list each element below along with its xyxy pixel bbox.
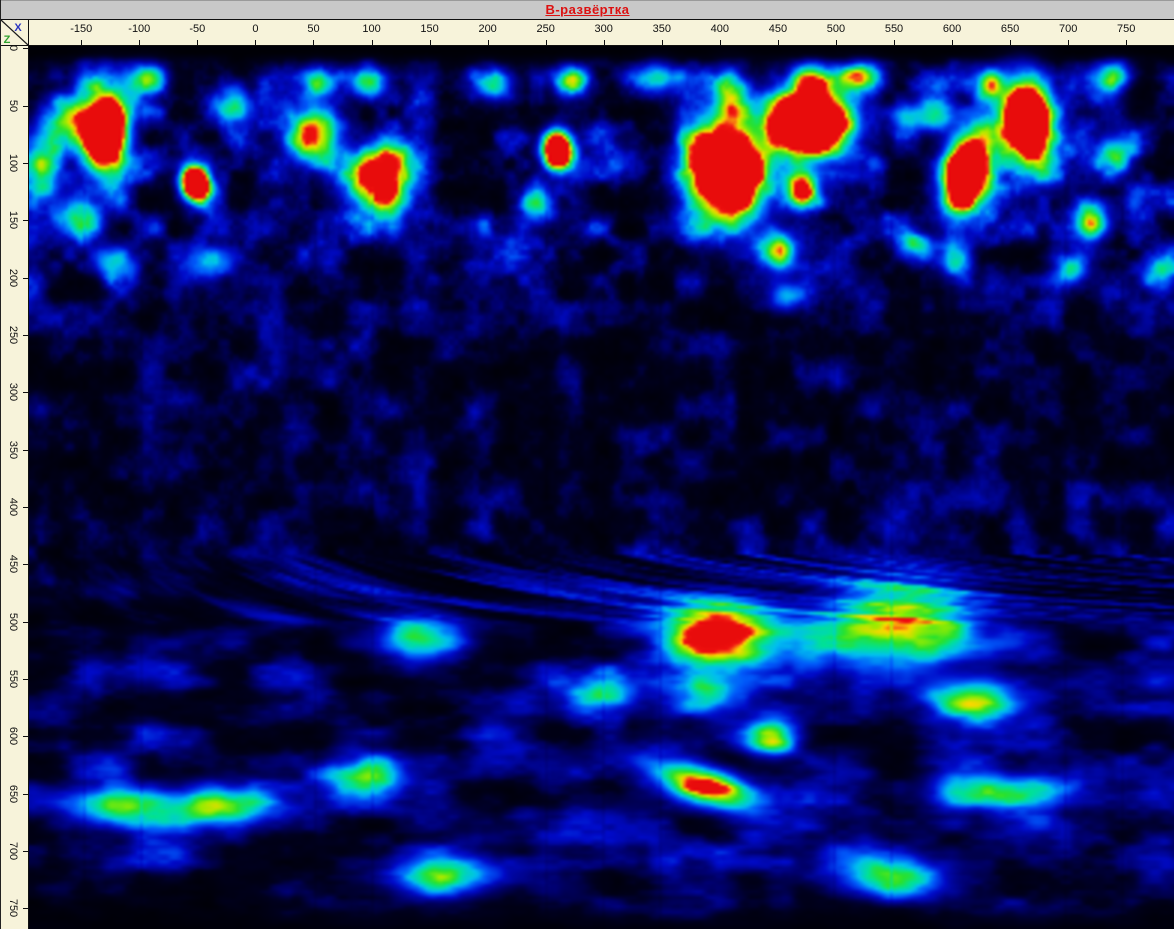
x-tick-mark [197,40,198,45]
z-axis-label: Z [4,34,11,45]
z-tick-mark [23,335,28,336]
x-tick-mark [1126,40,1127,45]
x-tick-mark [778,40,779,45]
x-tick-mark [662,40,663,45]
z-tick-label: 200 [7,268,19,286]
x-tick-mark [1068,40,1069,45]
x-tick-mark [488,40,489,45]
z-tick-mark [23,564,28,565]
x-tick-mark [836,40,837,45]
x-tick-label: 750 [1117,23,1135,35]
z-tick-mark [23,679,28,680]
x-tick-mark [894,40,895,45]
z-tick-mark [23,450,28,451]
z-tick-mark [23,794,28,795]
z-tick-mark [23,736,28,737]
axis-corner-divider: X Z [1,20,28,45]
x-tick-label: 50 [307,23,319,35]
axis-corner: X Z [1,20,29,46]
z-tick-label: 400 [7,498,19,516]
x-tick-label: -150 [70,23,92,35]
z-tick-mark [23,278,28,279]
x-tick-mark [372,40,373,45]
x-tick-label: 450 [769,23,787,35]
page-title: В-развёртка [545,2,629,17]
x-tick-label: 300 [595,23,613,35]
x-tick-label: -50 [189,23,205,35]
z-tick-mark [23,163,28,164]
axes-grid: X Z -150 -100 -50 0 50 100 150 200 250 300 350 400 4… [1,20,1174,929]
x-tick-label: 650 [1001,23,1019,35]
x-tick-mark [952,40,953,45]
x-tick-mark [81,40,82,45]
z-tick-mark [23,908,28,909]
x-tick-label: -100 [128,23,150,35]
x-tick-label: 500 [827,23,845,35]
z-axis-ruler: 0 50 100 150 200 250 300 350 400 450 500 550 600 650 7… [1,46,29,929]
x-tick-label: 250 [536,23,554,35]
x-axis-ruler: -150 -100 -50 0 50 100 150 200 250 300 350 400 450 50… [29,20,1174,46]
x-tick-label: 100 [362,23,380,35]
z-tick-mark [23,392,28,393]
x-tick-label: 150 [420,23,438,35]
x-axis-label: X [14,22,22,34]
x-tick-label: 0 [252,23,258,35]
z-tick-label: 0 [7,46,19,51]
z-tick-mark [23,48,28,49]
x-tick-label: 700 [1059,23,1077,35]
z-tick-mark [23,507,28,508]
x-tick-label: 600 [943,23,961,35]
x-tick-label: 400 [711,23,729,35]
z-tick-label: 700 [7,842,19,860]
z-tick-mark [23,851,28,852]
x-tick-mark [1010,40,1011,45]
z-tick-label: 600 [7,727,19,745]
z-tick-label: 350 [7,440,19,458]
x-tick-mark [720,40,721,45]
z-tick-label: 300 [7,383,19,401]
z-tick-label: 100 [7,154,19,172]
x-tick-label: 350 [653,23,671,35]
z-tick-mark [23,220,28,221]
z-tick-label: 650 [7,784,19,802]
x-tick-label: 550 [885,23,903,35]
x-tick-label: 200 [478,23,496,35]
bscan-plot-canvas[interactable] [29,46,1174,929]
z-tick-label: 750 [7,899,19,917]
bscan-window: В-развёртка X Z -150 -100 -50 0 50 100 150 200 2… [0,0,1174,929]
title-bar: В-развёртка [1,0,1174,21]
x-tick-mark [255,40,256,45]
z-tick-label: 250 [7,326,19,344]
x-tick-mark [546,40,547,45]
z-tick-label: 500 [7,612,19,630]
x-tick-mark [139,40,140,45]
x-tick-mark [313,40,314,45]
z-tick-mark [23,622,28,623]
z-tick-mark [23,106,28,107]
x-tick-mark [604,40,605,45]
z-tick-label: 550 [7,670,19,688]
z-tick-label: 450 [7,555,19,573]
x-tick-mark [430,40,431,45]
z-tick-label: 50 [7,100,19,112]
z-tick-label: 150 [7,211,19,229]
